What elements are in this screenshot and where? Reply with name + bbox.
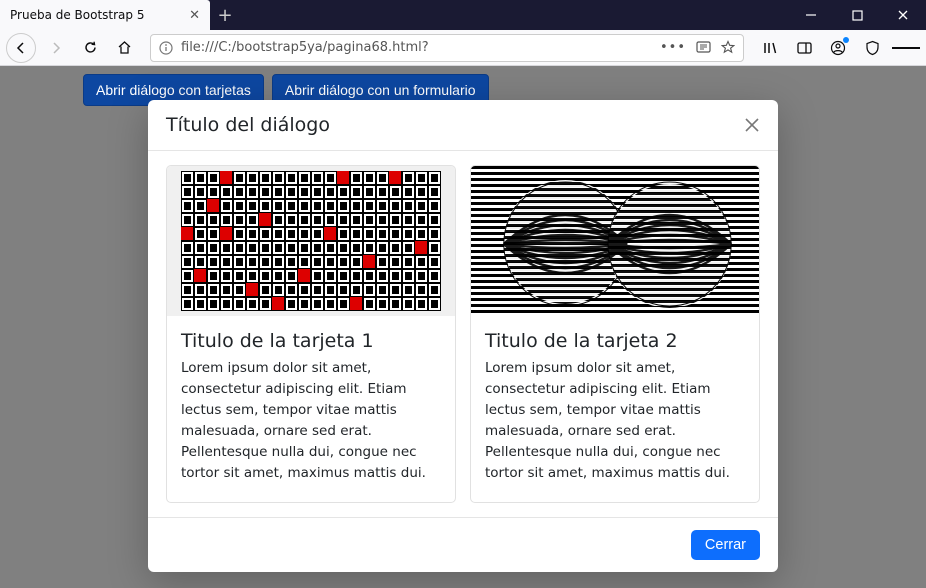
reload-button[interactable]: [76, 34, 104, 62]
url-bar[interactable]: file:///C:/bootstrap5ya/pagina68.html? •…: [150, 34, 744, 62]
modal-dialog: Título del diálogo: [148, 100, 778, 572]
sidebar-icon[interactable]: [790, 34, 818, 62]
modal-header: Título del diálogo: [148, 100, 778, 151]
library-icon[interactable]: [756, 34, 784, 62]
card-2-text: Lorem ipsum dolor sit amet, consectetur …: [485, 358, 745, 484]
modal-title: Título del diálogo: [166, 114, 330, 136]
card-2-title: Titulo de la tarjeta 2: [485, 330, 745, 352]
minimize-icon[interactable]: [788, 0, 834, 30]
account-icon[interactable]: [824, 34, 852, 62]
tab-title: Prueba de Bootstrap 5: [10, 8, 144, 22]
close-icon[interactable]: [744, 117, 760, 133]
page-viewport: Abrir diálogo con tarjetas Abrir diálogo…: [0, 66, 926, 588]
more-icon[interactable]: •••: [660, 40, 686, 55]
close-tab-icon[interactable]: ✕: [189, 8, 200, 23]
window-controls: [788, 0, 926, 30]
browser-toolbar: file:///C:/bootstrap5ya/pagina68.html? •…: [0, 30, 926, 66]
home-button[interactable]: [110, 34, 138, 62]
new-tab-button[interactable]: +: [210, 0, 240, 30]
card-2-body: Titulo de la tarjeta 2 Lorem ipsum dolor…: [471, 316, 759, 502]
forward-button[interactable]: [42, 34, 70, 62]
close-window-icon[interactable]: [880, 0, 926, 30]
bookmark-icon[interactable]: [721, 40, 735, 55]
card-1-image: [167, 166, 455, 316]
menu-icon[interactable]: [892, 34, 920, 62]
card-2: Titulo de la tarjeta 2 Lorem ipsum dolor…: [470, 165, 760, 503]
reader-icon[interactable]: [696, 40, 711, 55]
info-icon: [159, 41, 173, 55]
browser-tab[interactable]: Prueba de Bootstrap 5 ✕: [0, 0, 210, 30]
window-titlebar: Prueba de Bootstrap 5 ✕ +: [0, 0, 926, 30]
modal-footer: Cerrar: [148, 517, 778, 572]
urlbar-actions: •••: [660, 40, 735, 55]
close-button[interactable]: Cerrar: [691, 530, 760, 560]
card-2-image: [471, 166, 759, 316]
shield-icon[interactable]: [858, 34, 886, 62]
card-1-body: Titulo de la tarjeta 1 Lorem ipsum dolor…: [167, 316, 455, 502]
maximize-icon[interactable]: [834, 0, 880, 30]
url-text: file:///C:/bootstrap5ya/pagina68.html?: [181, 40, 429, 55]
card-1: Titulo de la tarjeta 1 Lorem ipsum dolor…: [166, 165, 456, 503]
card-1-title: Titulo de la tarjeta 1: [181, 330, 441, 352]
back-button[interactable]: [6, 33, 36, 63]
card-1-text: Lorem ipsum dolor sit amet, consectetur …: [181, 358, 441, 484]
modal-body: Titulo de la tarjeta 1 Lorem ipsum dolor…: [148, 151, 778, 517]
